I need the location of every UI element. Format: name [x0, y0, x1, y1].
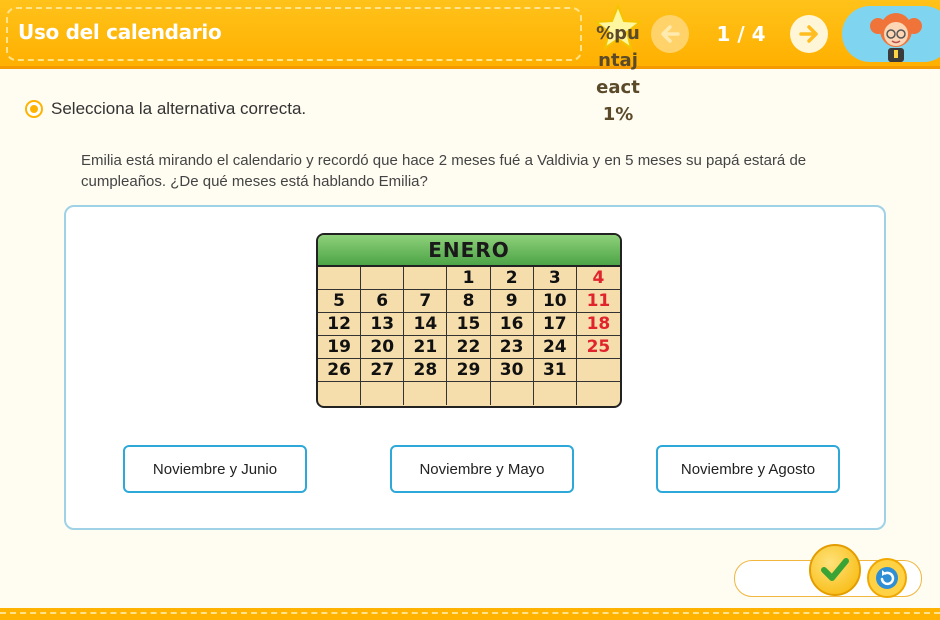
check-button[interactable] [809, 544, 861, 596]
calendar-day-cell: 19 [318, 336, 362, 359]
question-text: Emilia está mirando el calendario y reco… [81, 152, 807, 190]
calendar-day-cell [534, 382, 577, 405]
calendar-day-cell: 16 [490, 313, 534, 336]
calendar-day-cell: 29 [447, 359, 491, 382]
calendar-day-cell: 15 [447, 313, 491, 336]
calendar-day-cell [318, 382, 362, 405]
calendar-day-cell: 23 [490, 336, 534, 359]
calendar-day-cell [577, 382, 620, 405]
footer-bar [0, 608, 940, 620]
calendar-grid: 1 2 3 4 5 6 7 8 9 10 11 12 13 14 15 16 17 18 19 20 21 22 23 24 2… [318, 267, 620, 405]
option-button-1[interactable]: Noviembre y Junio [123, 445, 307, 493]
calendar-day-cell: 28 [404, 359, 448, 382]
instruction-text: Selecciona la alternativa correcta. [51, 99, 307, 118]
calendar-day-cell: 30 [490, 359, 534, 382]
calendar-day-cell: 13 [361, 313, 405, 336]
footer-divider [0, 612, 940, 614]
calendar-day-cell: 31 [533, 359, 577, 382]
reload-icon [876, 567, 898, 589]
calendar-day-cell: 9 [490, 290, 534, 313]
reload-button[interactable] [867, 558, 907, 598]
calendar-day-cell: 11 [576, 290, 620, 313]
calendar-day-cell: 25 [576, 336, 620, 359]
calendar-day-cell [318, 267, 362, 290]
calendar-day-cell: 18 [576, 313, 620, 336]
girl-avatar-icon [870, 13, 922, 62]
arrow-left-icon [661, 25, 680, 43]
next-button[interactable] [790, 15, 828, 53]
prev-button[interactable] [651, 15, 689, 53]
calendar-month: ENERO [318, 235, 620, 267]
calendar-day-cell: 6 [361, 290, 405, 313]
calendar-day-cell: 20 [361, 336, 405, 359]
calendar-day-cell [447, 382, 491, 405]
checkmark-icon [821, 558, 849, 581]
calendar-day-cell: 1 [447, 267, 491, 290]
calendar-day-cell: 12 [318, 313, 362, 336]
calendar-day-cell: 10 [533, 290, 577, 313]
calendar-day-cell [491, 382, 534, 405]
calendar-day-cell: 27 [361, 359, 405, 382]
calendar-day-cell: 14 [404, 313, 448, 336]
calendar-image: ENERO 1 2 3 4 5 6 7 8 9 10 11 12 13 14 15 16 17 18 19 20 21 2… [316, 233, 622, 408]
calendar-day-cell: 26 [318, 359, 362, 382]
calendar-day-cell: 4 [576, 267, 620, 290]
page-indicator: 1 / 4 [716, 22, 766, 46]
calendar-day-cell: 22 [447, 336, 491, 359]
calendar-day-cell: 8 [447, 290, 491, 313]
calendar-day-cell: 24 [533, 336, 577, 359]
calendar-day-cell: 17 [533, 313, 577, 336]
calendar-day-cell [404, 267, 448, 290]
page-title: Uso del calendario [18, 20, 222, 44]
calendar-day-cell: 2 [490, 267, 534, 290]
calendar-day-cell: 5 [318, 290, 362, 313]
option-button-3[interactable]: Noviembre y Agosto [656, 445, 840, 493]
arrow-right-icon [799, 25, 818, 43]
calendar-day-cell [576, 359, 620, 382]
calendar-day-cell: 7 [404, 290, 448, 313]
calendar-day-cell: 21 [404, 336, 448, 359]
calendar-day-cell [404, 382, 448, 405]
calendar-day-cell [361, 267, 405, 290]
option-button-2[interactable]: Noviembre y Mayo [390, 445, 574, 493]
header-bar: Uso del calendario 1 / 4 [0, 0, 940, 69]
calendar-day-cell: 3 [533, 267, 577, 290]
score-placeholder: %puntajeact1% [596, 23, 640, 125]
calendar-day-cell [361, 382, 405, 405]
instruction-bullet-icon [25, 100, 43, 118]
